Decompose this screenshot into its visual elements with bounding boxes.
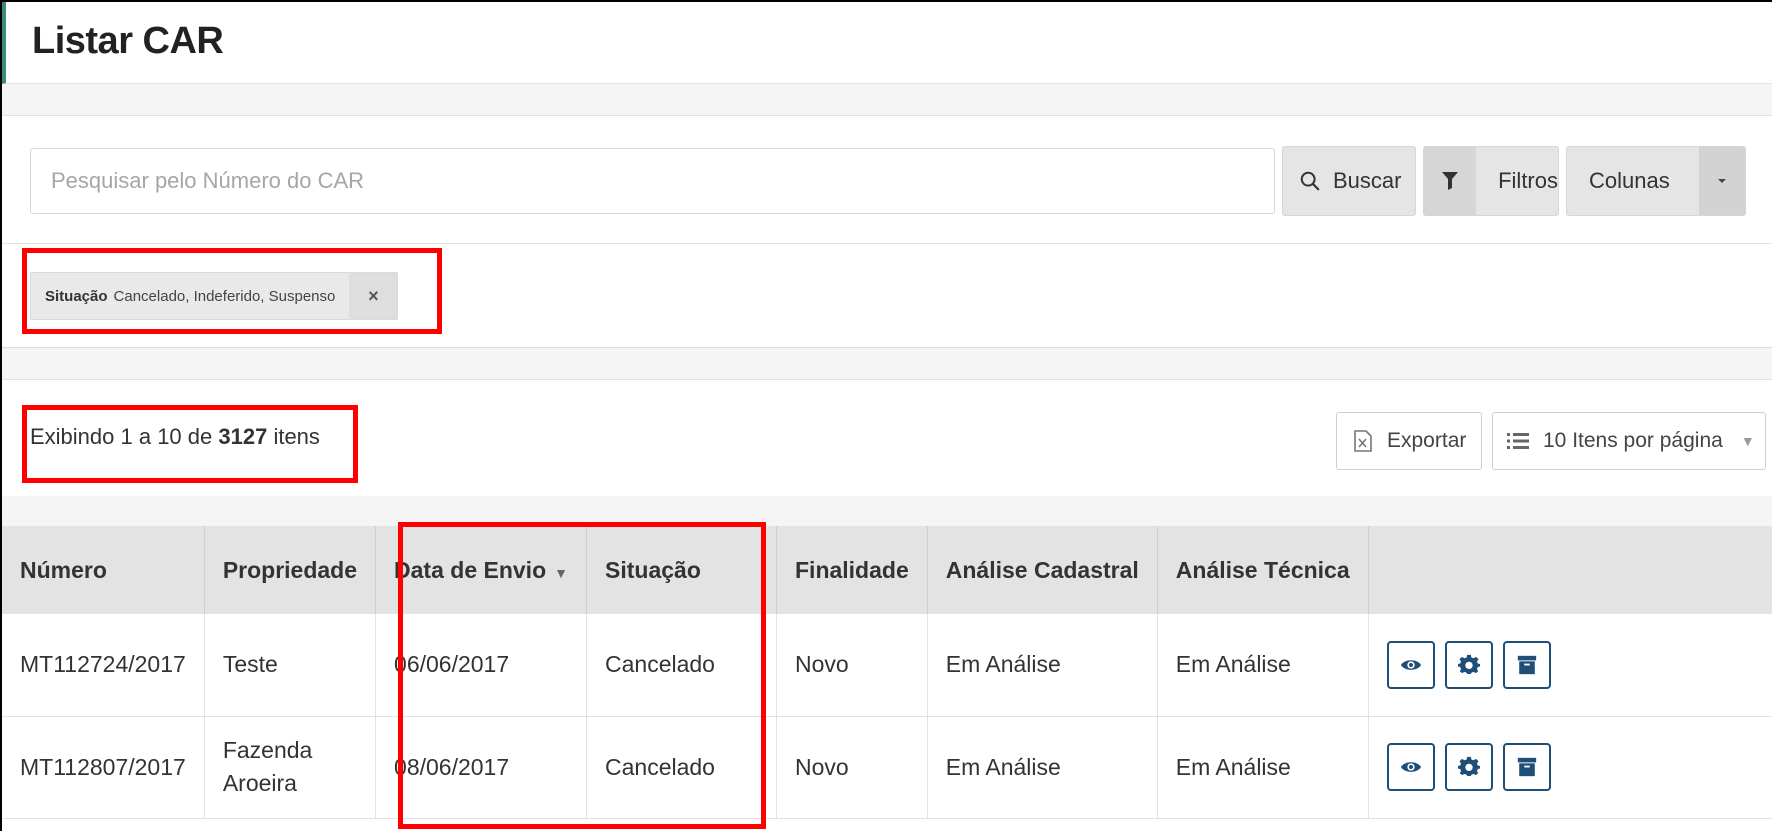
screenshot-frame bbox=[0, 0, 1772, 831]
